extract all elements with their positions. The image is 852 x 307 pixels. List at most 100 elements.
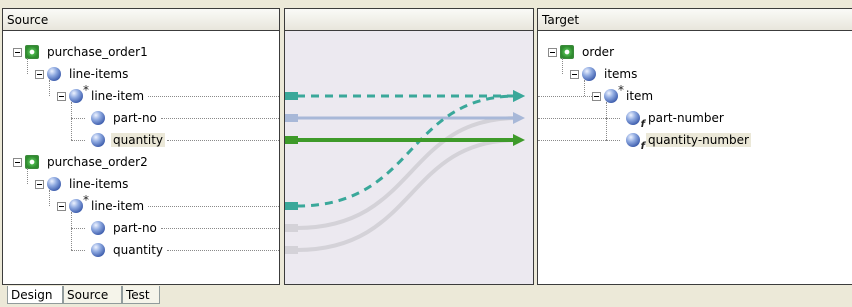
function-element-icon	[626, 111, 645, 130]
target-expander[interactable]	[548, 48, 557, 57]
source-expander[interactable]	[13, 158, 22, 167]
repeating-element-icon	[69, 193, 89, 213]
source-map-leader	[148, 206, 279, 207]
element-icon	[582, 67, 596, 81]
target-tree: order items item part-number quantity-number	[538, 9, 852, 284]
source-tree: purchase_order1 line-items line-item part-n…	[3, 9, 279, 284]
source-node[interactable]: quantity	[91, 240, 165, 260]
source-node[interactable]: purchase_order2	[25, 152, 150, 172]
source-guide	[27, 168, 28, 184]
mapping-line[interactable]	[296, 116, 518, 230]
mapping-line[interactable]	[296, 138, 518, 252]
source-node[interactable]: purchase_order1	[25, 42, 150, 62]
root-element-icon	[25, 45, 39, 59]
target-guide	[562, 58, 563, 74]
target-node-label: quantity-number	[646, 133, 751, 147]
source-map-leader	[161, 228, 279, 229]
source-guide	[49, 80, 50, 96]
target-node-label: items	[604, 67, 638, 81]
target-expander[interactable]	[570, 70, 579, 79]
mapping-handle[interactable]	[285, 246, 298, 254]
source-node-label: part-no	[113, 111, 157, 125]
source-map-leader	[148, 96, 279, 97]
source-pane: Source purchase_order1line-itemsline-ite…	[2, 8, 280, 285]
source-node[interactable]: line-items	[47, 174, 130, 194]
collapse-icon	[572, 74, 577, 75]
source-node-label: line-item	[91, 199, 145, 213]
source-map-leader	[167, 140, 279, 141]
source-expander[interactable]	[57, 92, 66, 101]
source-expander[interactable]	[35, 70, 44, 79]
source-expander[interactable]	[13, 48, 22, 57]
source-guide	[27, 58, 28, 74]
mapping-arrowhead	[513, 134, 525, 146]
target-expander[interactable]	[592, 92, 601, 101]
mapping-handle[interactable]	[285, 136, 298, 144]
root-element-icon	[25, 155, 39, 169]
target-node[interactable]: quantity-number	[626, 130, 751, 152]
mapping-line[interactable]	[296, 94, 518, 208]
repeating-element-icon	[69, 83, 89, 103]
target-node-label: part-number	[648, 111, 724, 125]
source-node[interactable]: line-items	[47, 64, 130, 84]
element-icon	[91, 111, 105, 125]
source-node[interactable]: part-no	[91, 218, 159, 238]
view-tabs: Design Source Test	[0, 286, 852, 307]
source-connector	[71, 250, 85, 251]
collapse-icon	[15, 162, 20, 163]
function-element-icon	[626, 133, 645, 152]
source-node-label: line-items	[69, 67, 129, 81]
mapping-arrowhead	[513, 112, 525, 124]
target-node[interactable]: items	[582, 64, 639, 84]
collapse-icon	[59, 96, 64, 97]
tab-test[interactable]: Test	[122, 286, 160, 304]
source-expander[interactable]	[57, 202, 66, 211]
target-node-label: order	[582, 45, 614, 59]
source-guide	[71, 212, 72, 250]
target-node[interactable]: order	[560, 42, 616, 62]
target-node[interactable]: item	[604, 83, 655, 106]
source-node-label: line-items	[69, 177, 129, 191]
mapping-arrowhead	[513, 90, 525, 102]
source-node[interactable]: part-no	[91, 108, 159, 128]
target-guide	[606, 102, 607, 140]
source-node-label: quantity	[113, 243, 164, 257]
target-node-label: item	[626, 89, 654, 103]
collapse-icon	[59, 206, 64, 207]
repeating-element-icon	[604, 83, 624, 103]
mapping-canvas	[285, 90, 525, 254]
collapse-icon	[594, 96, 599, 97]
source-node-label: purchase_order2	[47, 155, 148, 169]
element-icon	[91, 243, 105, 257]
source-map-leader	[161, 118, 279, 119]
tab-design[interactable]: Design	[7, 286, 63, 304]
collapse-icon	[37, 184, 42, 185]
target-pane: Target orderitemsitempart-numberquantity…	[537, 8, 852, 285]
target-node[interactable]: part-number	[626, 108, 726, 130]
source-guide	[49, 190, 50, 206]
source-expander[interactable]	[35, 180, 44, 189]
source-connector	[71, 118, 85, 119]
source-node[interactable]: line-item	[69, 193, 146, 216]
source-node-label: line-item	[91, 89, 145, 103]
source-connector	[71, 228, 85, 229]
collapse-icon	[550, 52, 555, 53]
element-icon	[47, 177, 61, 191]
tab-source[interactable]: Source	[63, 286, 122, 304]
source-node[interactable]: line-item	[69, 83, 146, 106]
mapping-handle[interactable]	[285, 92, 298, 100]
mapping-handle[interactable]	[285, 114, 298, 122]
element-icon	[91, 133, 105, 147]
target-map-leader	[538, 96, 592, 97]
collapse-icon	[37, 74, 42, 75]
source-node[interactable]: quantity	[91, 130, 166, 150]
source-node-label: quantity	[111, 133, 166, 147]
element-icon	[91, 221, 105, 235]
source-map-leader	[167, 250, 279, 251]
target-map-leader	[538, 118, 614, 119]
target-guide	[584, 80, 585, 96]
root-element-icon	[560, 45, 574, 59]
mapping-pane	[284, 8, 534, 285]
mapping-handle[interactable]	[285, 224, 298, 232]
mapping-handle[interactable]	[285, 202, 298, 210]
